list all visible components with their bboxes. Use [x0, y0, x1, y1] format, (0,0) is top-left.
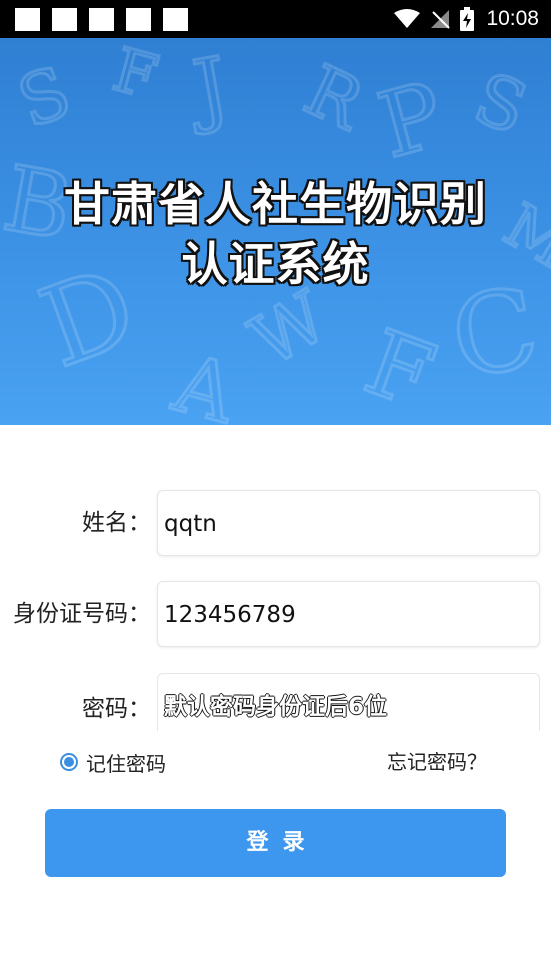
- app-title-line1: 甘肃省人社生物识别: [64, 177, 487, 231]
- password-input[interactable]: 默认密码身份证后6位: [157, 673, 540, 731]
- svg-text:P: P: [369, 62, 455, 179]
- name-row: 姓名： qqtn: [0, 490, 551, 556]
- notification-icon: [15, 8, 40, 31]
- remember-password-label: 记住密码: [86, 751, 166, 776]
- remember-radio[interactable]: [60, 753, 78, 771]
- svg-text:R: R: [293, 49, 378, 147]
- password-row: 密码： 默认密码身份证后6位: [0, 673, 551, 739]
- id-number-input[interactable]: 123456789: [157, 581, 540, 647]
- svg-text:A: A: [164, 336, 246, 425]
- notification-icon: [89, 8, 114, 31]
- svg-text:S: S: [464, 57, 537, 150]
- app-title: 甘肃省人社生物识别 认证系统: [0, 174, 551, 294]
- notification-icon: [52, 8, 77, 31]
- svg-text:S: S: [8, 51, 81, 144]
- status-icons: 10:08: [394, 0, 539, 38]
- login-screen: 10:08 S F J R P S B D A W F C M 甘肃省人社生物识…: [0, 0, 551, 979]
- password-placeholder: 默认密码身份证后6位: [164, 694, 388, 720]
- svg-text:F: F: [106, 38, 164, 113]
- notification-icon: [126, 8, 151, 31]
- wifi-icon: [394, 9, 421, 28]
- name-label: 姓名：: [82, 510, 151, 536]
- header-banner: S F J R P S B D A W F C M 甘肃省人社生物识别 认证系统: [0, 38, 551, 425]
- svg-text:J: J: [180, 40, 235, 138]
- notification-icon: [163, 8, 188, 31]
- remember-password-option[interactable]: 记住密码: [60, 748, 166, 776]
- no-signal-icon: [431, 10, 451, 29]
- id-number-label: 身份证号码：: [13, 601, 151, 627]
- svg-text:F: F: [352, 310, 447, 425]
- app-title-line2: 认证系统: [181, 237, 370, 291]
- radio-checked-dot: [64, 757, 74, 767]
- id-number-row: 身份证号码： 123456789: [0, 581, 551, 647]
- battery-charging-icon: [460, 7, 475, 31]
- login-button[interactable]: 登录: [45, 809, 506, 877]
- forgot-password-link[interactable]: 忘记密码？: [387, 748, 487, 776]
- status-time: 10:08: [486, 7, 539, 30]
- password-label: 密码：: [82, 696, 151, 722]
- status-bar: 10:08: [0, 0, 551, 38]
- name-input[interactable]: qqtn: [157, 490, 540, 556]
